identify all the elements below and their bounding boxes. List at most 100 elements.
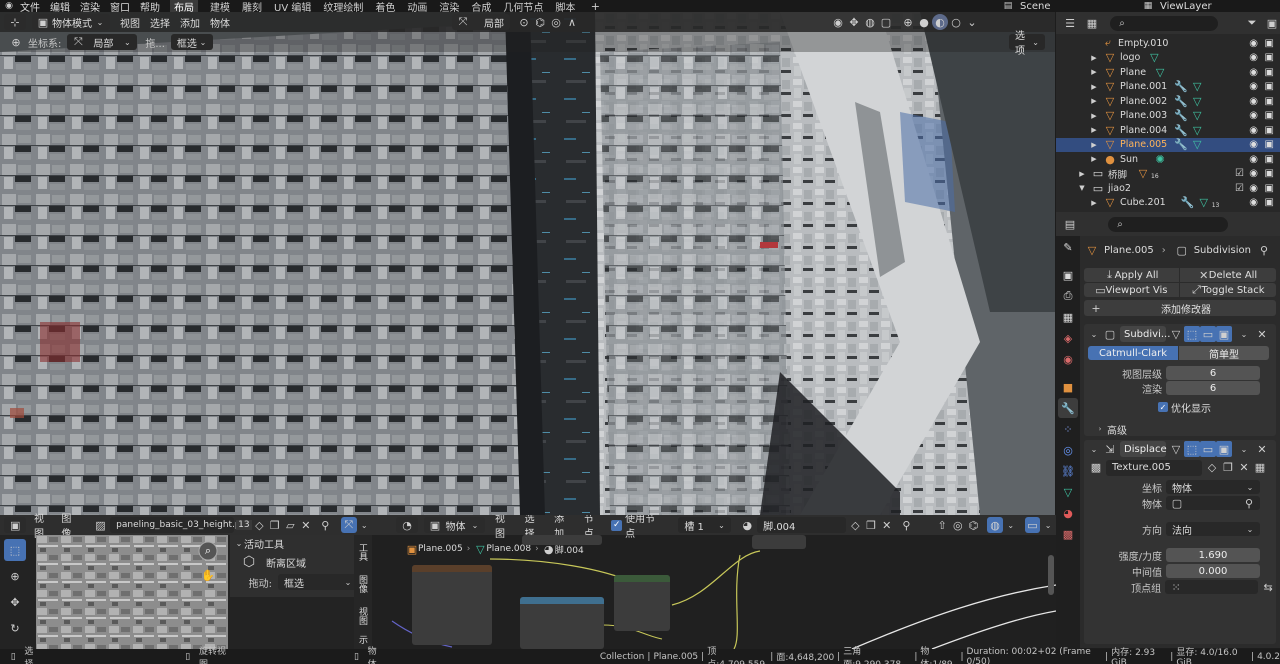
rotate-tool-icon[interactable]: ↻ xyxy=(4,617,26,639)
eye-icon[interactable]: ◉ xyxy=(1249,38,1258,49)
shading-wireframe-icon[interactable]: ⊕ xyxy=(900,14,916,30)
editor-type-button[interactable]: ⊹ xyxy=(4,14,26,30)
properties-search-input[interactable]: ⌕ xyxy=(1108,216,1228,232)
render-tab-icon[interactable]: ▣ xyxy=(1058,265,1078,285)
optimal-display-checkbox[interactable]: ✓ xyxy=(1158,402,1168,412)
hand-pan-icon[interactable]: ✋ xyxy=(200,567,216,583)
camera-icon[interactable]: ▣ xyxy=(1265,52,1274,63)
add-workspace-icon[interactable]: + xyxy=(587,0,603,13)
backdrop-icon[interactable]: ▭ xyxy=(1024,517,1041,533)
node-scrollbar[interactable] xyxy=(1048,555,1054,595)
camera-icon[interactable]: ▣ xyxy=(1265,81,1274,92)
collapse-arrow-icon[interactable]: ⌄ xyxy=(1086,326,1102,342)
chevron-down-icon[interactable]: ⌄ xyxy=(1236,441,1252,457)
checkbox-icon[interactable]: ☑ xyxy=(1235,183,1244,194)
camera-icon[interactable]: ▣ xyxy=(1265,197,1274,208)
overlay-icon[interactable]: ◍ xyxy=(862,14,878,30)
outliner-row-plane-001[interactable]: ▶ ▽ Plane.001 🔧 ▽ ◉ ▣ xyxy=(1056,80,1280,95)
material-name-field[interactable]: 脚.004 xyxy=(757,517,846,533)
outliner-row-sun[interactable]: ▶ ● Sun ✺ ◉ ▣ xyxy=(1056,152,1280,167)
shading-rendered-icon[interactable]: ○ xyxy=(948,14,964,30)
outliner-search-input[interactable]: ⌕ xyxy=(1110,15,1218,31)
cursor-tool-icon[interactable]: ⊕ xyxy=(4,565,26,587)
outliner-row-plane-004[interactable]: ▶ ▽ Plane.004 🔧 ▽ ◉ ▣ xyxy=(1056,123,1280,138)
shading-solid-icon[interactable]: ● xyxy=(916,14,932,30)
eye-icon[interactable]: ◉ xyxy=(1249,96,1258,107)
output-tab-icon[interactable]: ⎙ xyxy=(1058,286,1078,306)
active-tool-header[interactable]: ⌄ 活动工具 xyxy=(230,535,368,551)
gizmo-icon[interactable]: ✥ xyxy=(846,14,862,30)
drag-select-dropdown[interactable]: 框选 ⌄ xyxy=(278,574,358,590)
texture-checker-icon[interactable]: ▩ xyxy=(1088,460,1104,476)
eye-icon[interactable]: ◉ xyxy=(1249,168,1258,179)
constraints-tab-icon[interactable]: ⛓ xyxy=(1058,461,1078,481)
shader-node-editor[interactable]: ◔ ▣ 物体 ⌄ 视图 选择 添加 节点 ✓ 使用节点 槽 1 ⌄ ◕ 脚.00… xyxy=(372,515,1056,649)
users-count[interactable]: 13 xyxy=(236,520,252,530)
outliner-editor-icon[interactable]: ☰ xyxy=(1062,15,1078,31)
output-node[interactable] xyxy=(752,535,806,549)
modifier-tab-icon[interactable]: 🔧 xyxy=(1058,398,1078,418)
camera-icon[interactable]: ▣ xyxy=(1265,38,1274,49)
on-cage-icon[interactable]: ▽ xyxy=(1168,326,1184,342)
show-viewport-icon[interactable]: ▭ xyxy=(1200,326,1216,342)
object-field[interactable]: ▢ ⚲ xyxy=(1166,496,1260,510)
eye-icon[interactable]: ◉ xyxy=(1249,81,1258,92)
strength-field[interactable]: 1.690 xyxy=(1166,548,1260,562)
view-layer-selector[interactable]: ▦ ViewLayer xyxy=(1140,0,1212,12)
world-tab-icon[interactable]: ◉ xyxy=(1058,349,1078,369)
viewport-levels-field[interactable]: 6 xyxy=(1166,366,1260,380)
xray-icon[interactable]: ▢ xyxy=(878,14,894,30)
drag-mode-dropdown[interactable]: 框选 ⌄ xyxy=(170,34,213,50)
camera-icon[interactable]: ▣ xyxy=(1265,96,1274,107)
modifier-name-field[interactable]: Subdivi... xyxy=(1120,326,1170,342)
editor-type-button[interactable]: ▣ xyxy=(4,517,26,533)
simple-tab[interactable]: 简单型 xyxy=(1179,346,1269,361)
duplicate-icon[interactable]: ❐ xyxy=(863,517,879,533)
camera-icon[interactable]: ▣ xyxy=(1265,154,1274,165)
options-dropdown[interactable]: 选项 ⌄ xyxy=(1009,31,1045,57)
toggle-stack-button[interactable]: ⤢ Toggle Stack xyxy=(1180,283,1276,297)
outliner-row-qiaojiao[interactable]: ▶ ▭ 桥脚 ▽ 16 ☑ ◉ ▣ xyxy=(1056,167,1280,182)
midlevel-field[interactable]: 0.000 xyxy=(1166,564,1260,578)
shading-material-icon[interactable]: ◐ xyxy=(932,14,948,30)
duplicate-icon[interactable]: ❐ xyxy=(267,517,282,533)
add-modifier-button[interactable]: + 添加修改器 xyxy=(1084,300,1276,316)
advanced-subpanel[interactable]: › 高级 xyxy=(1084,422,1276,437)
outliner-row-plane-003[interactable]: ▶ ▽ Plane.003 🔧 ▽ ◉ ▣ xyxy=(1056,109,1280,124)
eye-icon[interactable]: ◉ xyxy=(1249,67,1258,78)
show-render-icon[interactable]: ▣ xyxy=(1216,441,1232,457)
shading-options-icon[interactable]: ⌄ xyxy=(964,14,980,30)
fake-user-icon[interactable]: ◇ xyxy=(252,517,267,533)
eyedropper-icon[interactable]: ⚲ xyxy=(1244,495,1254,511)
outliner-row-empty[interactable]: ⤶ Empty.010 ◉ ▣ xyxy=(1056,36,1280,51)
overlay-icon[interactable]: ◍ xyxy=(987,517,1003,533)
image-name-field[interactable]: paneling_basic_03_height.png xyxy=(110,517,252,533)
vp-menu-object[interactable]: 物体 xyxy=(210,15,230,30)
viewport-vis-button[interactable]: ▭ Viewport Vis xyxy=(1084,283,1179,297)
duplicate-icon[interactable]: ❐ xyxy=(1220,460,1236,476)
coord-system-dropdown[interactable]: ⤧ 局部 ⌄ xyxy=(67,34,138,50)
3d-viewport[interactable] xyxy=(0,12,1055,515)
object-tab-icon[interactable]: ■ xyxy=(1058,377,1078,397)
eye-icon[interactable]: ◉ xyxy=(1249,154,1258,165)
overlay-toggle-icon[interactable]: ⌬ xyxy=(966,517,982,533)
on-cage-icon[interactable]: ▽ xyxy=(1168,441,1184,457)
modifier-name-field[interactable]: Displace xyxy=(1120,441,1167,457)
delete-all-button[interactable]: ✕ Delete All xyxy=(1180,268,1276,282)
select-box-tool-icon[interactable]: ⬚ xyxy=(4,539,26,561)
data-tab-icon[interactable]: ▽ xyxy=(1058,482,1078,502)
frame-node[interactable] xyxy=(522,535,602,545)
material-sphere-icon[interactable]: ◕ xyxy=(739,517,755,533)
pin-icon[interactable]: ⚲ xyxy=(1256,242,1272,258)
scene-tab-icon[interactable]: ◈ xyxy=(1058,328,1078,348)
close-icon[interactable]: ✕ xyxy=(879,517,895,533)
coords-dropdown[interactable]: 物体 ⌄ xyxy=(1166,480,1260,495)
vp-menu-add[interactable]: 添加 xyxy=(180,15,200,30)
collapse-arrow-icon[interactable]: ⌄ xyxy=(1086,441,1102,457)
filter-icon[interactable]: ⏷ xyxy=(1244,15,1260,31)
outliner-row-cube-201[interactable]: ▶ ▽ Cube.201 🔧 ▽ 13 ◉ ▣ xyxy=(1056,196,1280,211)
sidebar-tab-tool[interactable]: 工具 xyxy=(354,541,371,563)
camera-icon[interactable]: ▣ xyxy=(1265,183,1274,194)
outliner-row-logo[interactable]: ▶ ▽ logo ▽ ◉ ▣ xyxy=(1056,51,1280,66)
scene-selector[interactable]: ▤ Scene xyxy=(1000,0,1051,12)
